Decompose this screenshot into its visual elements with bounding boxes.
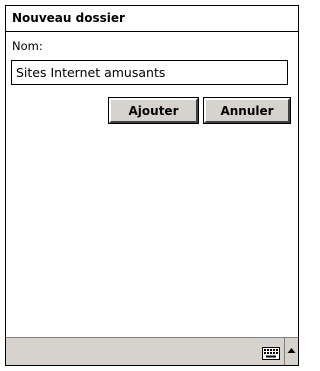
- add-button[interactable]: Ajouter: [109, 98, 198, 123]
- dialog-window: Nouveau dossier Nom: Ajouter Annuler: [5, 5, 299, 366]
- folder-name-input[interactable]: [11, 60, 288, 85]
- name-label: Nom:: [12, 39, 43, 53]
- cancel-button[interactable]: Annuler: [204, 98, 290, 123]
- arrow-up-icon[interactable]: [284, 338, 298, 365]
- input-panel-bar: [6, 337, 298, 365]
- dialog-title: Nouveau dossier: [12, 11, 125, 25]
- title-bar: Nouveau dossier: [6, 6, 298, 32]
- keyboard-icon[interactable]: [262, 345, 280, 360]
